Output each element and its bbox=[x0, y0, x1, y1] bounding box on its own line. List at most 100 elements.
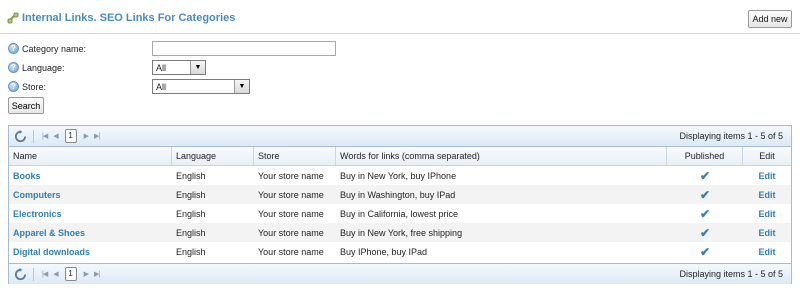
language-select-value: All bbox=[156, 62, 167, 73]
column-header-published[interactable]: Published bbox=[667, 147, 743, 165]
edit-link[interactable]: Edit bbox=[759, 190, 776, 200]
category-name-link[interactable]: Books bbox=[13, 171, 41, 181]
cell-text: Buy in New York, free shipping bbox=[340, 227, 463, 238]
page-title-text: Internal Links. SEO Links For Categories bbox=[22, 12, 236, 24]
cell-words: Buy in Washington, buy IPad bbox=[336, 185, 667, 204]
cell-words: Buy IPhone, buy IPad bbox=[336, 242, 667, 261]
column-header-store[interactable]: Store bbox=[254, 147, 336, 165]
chevron-down-icon[interactable]: ▼ bbox=[190, 61, 205, 74]
cell-store: Your store name bbox=[254, 166, 336, 185]
pager-bottom: |◀ ◀ 1 ▶ ▶| Displaying items 1 - 5 of 5 bbox=[9, 263, 791, 284]
table-row[interactable]: Books English Your store name Buy in New Yo… bbox=[9, 166, 791, 185]
cell-language: English bbox=[172, 223, 254, 242]
cell-words: Buy in New York, free shipping bbox=[336, 223, 667, 242]
pager-top: |◀ ◀ 1 ▶ ▶| Displaying items 1 - 5 of 5 bbox=[9, 126, 791, 147]
cell-text: Buy IPhone, buy IPad bbox=[340, 246, 428, 257]
edit-link[interactable]: Edit bbox=[759, 247, 776, 257]
cell-name: Digital downloads bbox=[9, 242, 172, 261]
pager-separator bbox=[33, 267, 34, 281]
category-name-link[interactable]: Electronics bbox=[13, 209, 62, 219]
pager-info: Displaying items 1 - 5 of 5 bbox=[679, 131, 783, 141]
link-icon bbox=[7, 12, 19, 24]
help-icon[interactable]: ? bbox=[8, 43, 19, 54]
cell-store: Your store name bbox=[254, 242, 336, 261]
language-select[interactable]: All ▼ bbox=[152, 60, 206, 75]
pager-separator bbox=[33, 129, 34, 143]
cell-text: Your store name bbox=[258, 189, 324, 200]
cell-text: English bbox=[176, 227, 206, 238]
next-page-icon[interactable]: ▶ bbox=[84, 270, 89, 278]
cell-name: Computers bbox=[9, 185, 172, 204]
next-page-icon[interactable]: ▶ bbox=[84, 132, 89, 140]
cell-edit: Edit bbox=[743, 185, 791, 204]
cell-store: Your store name bbox=[254, 223, 336, 242]
cell-text: Your store name bbox=[258, 208, 324, 219]
filter-store-row: ? Store: bbox=[8, 81, 46, 92]
category-name-input[interactable] bbox=[152, 41, 336, 56]
column-header-words[interactable]: Words for links (comma separated) bbox=[336, 147, 667, 165]
store-label: Store: bbox=[22, 81, 47, 92]
filter-category-row: ? Category name: bbox=[8, 43, 86, 54]
table-row[interactable]: Digital downloads English Your store name B… bbox=[9, 242, 791, 261]
cell-store: Your store name bbox=[254, 204, 336, 223]
add-new-button[interactable]: Add new bbox=[748, 10, 792, 28]
column-header-language[interactable]: Language bbox=[172, 147, 254, 165]
cell-store: Your store name bbox=[254, 185, 336, 204]
cell-text: Your store name bbox=[258, 170, 324, 181]
category-name-link[interactable]: Apparel & Shoes bbox=[13, 228, 85, 238]
store-select[interactable]: All ▼ bbox=[152, 79, 250, 94]
prev-page-icon[interactable]: ◀ bbox=[53, 132, 58, 140]
cell-words: Buy in California, lowest price bbox=[336, 204, 667, 223]
table-row[interactable]: Apparel & Shoes English Your store name Buy… bbox=[9, 223, 791, 242]
page-title: Internal Links. SEO Links For Categories bbox=[7, 12, 235, 24]
page-header: Internal Links. SEO Links For Categories… bbox=[0, 0, 800, 34]
last-page-icon[interactable]: ▶| bbox=[94, 132, 100, 140]
first-page-icon[interactable]: |◀ bbox=[42, 270, 48, 278]
page-number[interactable]: 1 bbox=[64, 129, 77, 143]
prev-page-icon[interactable]: ◀ bbox=[53, 270, 58, 278]
cell-edit: Edit bbox=[743, 242, 791, 261]
category-name-link[interactable]: Computers bbox=[13, 190, 61, 200]
column-header-name[interactable]: Name bbox=[9, 147, 172, 165]
cell-language: English bbox=[172, 166, 254, 185]
edit-link[interactable]: Edit bbox=[759, 228, 776, 238]
edit-link[interactable]: Edit bbox=[759, 209, 776, 219]
store-select-value: All bbox=[156, 81, 167, 92]
table-row[interactable]: Computers English Your store name Buy in Wa… bbox=[9, 185, 791, 204]
first-page-icon[interactable]: |◀ bbox=[42, 132, 48, 140]
cell-edit: Edit bbox=[743, 166, 791, 185]
page-number[interactable]: 1 bbox=[64, 267, 77, 281]
check-icon: ✔ bbox=[699, 225, 711, 240]
edit-link[interactable]: Edit bbox=[759, 171, 776, 181]
cell-published: ✔ bbox=[667, 166, 743, 185]
search-button[interactable]: Search bbox=[8, 97, 44, 114]
category-name-link[interactable]: Digital downloads bbox=[13, 247, 90, 257]
cell-published: ✔ bbox=[667, 204, 743, 223]
cell-text: English bbox=[176, 246, 206, 257]
cell-text: English bbox=[176, 170, 206, 181]
language-label: Language: bbox=[22, 62, 65, 73]
chevron-down-icon[interactable]: ▼ bbox=[234, 80, 249, 93]
refresh-icon[interactable] bbox=[14, 267, 27, 281]
cell-name: Apparel & Shoes bbox=[9, 223, 172, 242]
column-header-row: Name Language Store Words for links (com… bbox=[9, 147, 791, 166]
seo-links-grid: |◀ ◀ 1 ▶ ▶| Displaying items 1 - 5 of 5 … bbox=[8, 125, 792, 284]
cell-text: Your store name bbox=[258, 246, 324, 257]
cell-published: ✔ bbox=[667, 185, 743, 204]
help-icon[interactable]: ? bbox=[8, 81, 19, 92]
pager-info: Displaying items 1 - 5 of 5 bbox=[679, 269, 783, 279]
cell-name: Books bbox=[9, 166, 172, 185]
cell-text: Your store name bbox=[258, 227, 324, 238]
cell-edit: Edit bbox=[743, 223, 791, 242]
cell-text: Buy in California, lowest price bbox=[340, 208, 459, 219]
cell-text: English bbox=[176, 189, 206, 200]
last-page-icon[interactable]: ▶| bbox=[94, 270, 100, 278]
header-divider bbox=[0, 33, 800, 34]
cell-language: English bbox=[172, 204, 254, 223]
help-icon[interactable]: ? bbox=[8, 62, 19, 73]
cell-text: English bbox=[176, 208, 206, 219]
category-name-label: Category name: bbox=[22, 43, 87, 54]
refresh-icon[interactable] bbox=[14, 129, 27, 143]
cell-text: Buy in Washington, buy IPad bbox=[340, 189, 456, 200]
table-row[interactable]: Electronics English Your store name Buy in … bbox=[9, 204, 791, 223]
